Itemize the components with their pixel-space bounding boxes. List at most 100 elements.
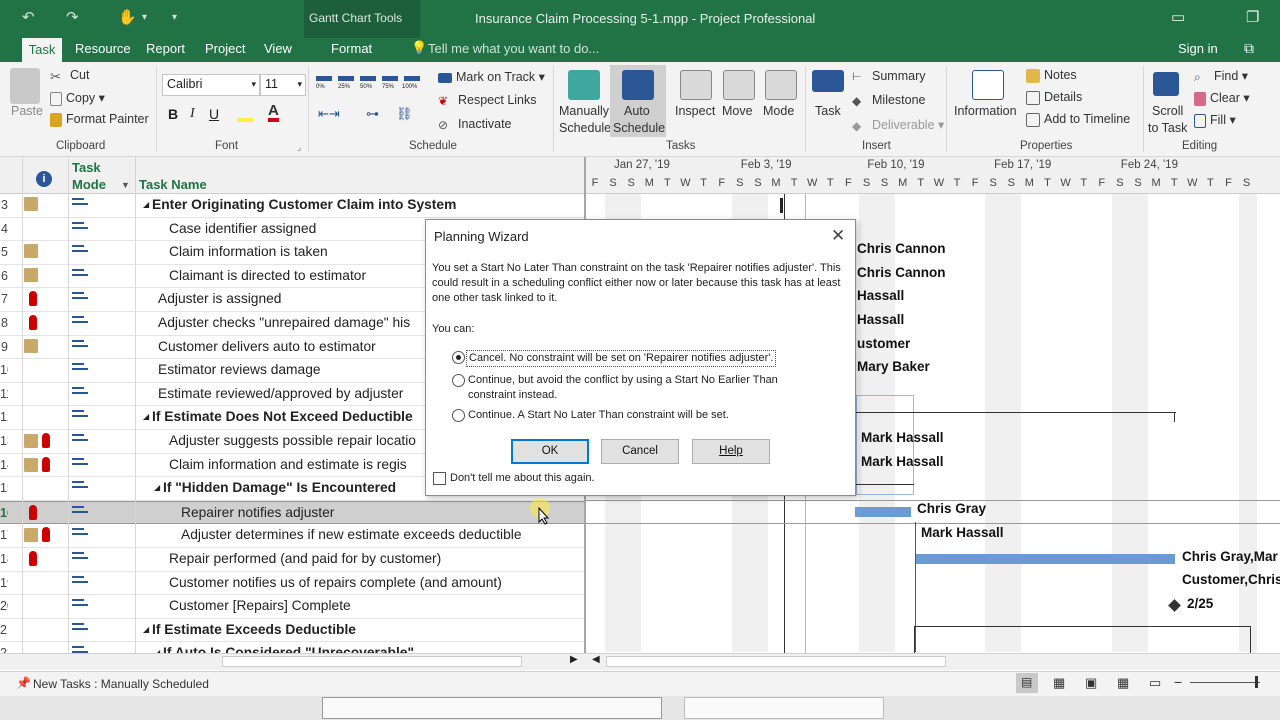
paste-icon[interactable] <box>10 68 40 104</box>
tab-view[interactable]: View <box>264 41 292 56</box>
task-name-cell[interactable]: Case identifier assigned <box>169 221 316 236</box>
auto-scheduled-icon[interactable] <box>72 434 88 445</box>
task-name-cell[interactable]: Claimant is directed to estimator <box>169 268 366 283</box>
note-icon[interactable] <box>24 197 38 211</box>
row-number[interactable]: 6 <box>0 269 8 283</box>
mode-button[interactable]: Mode <box>763 104 794 118</box>
row-number[interactable]: 13 <box>0 434 8 448</box>
mode-icon[interactable] <box>765 70 797 100</box>
collapse-triangle-icon[interactable]: ◢ <box>154 483 160 492</box>
task-name-cell[interactable]: Adjuster determines if new estimate exce… <box>181 527 522 542</box>
row-number[interactable]: 11 <box>0 387 8 401</box>
pct-25-icon[interactable] <box>338 76 354 81</box>
note-icon[interactable] <box>24 434 38 448</box>
table-row[interactable]: 20 Customer [Repairs] Complete <box>0 595 584 619</box>
option-cancel-radio[interactable] <box>452 351 465 364</box>
tell-me-box[interactable]: Tell me what you want to do... <box>428 41 599 56</box>
person-icon[interactable] <box>42 527 50 543</box>
table-scroll-thumb[interactable] <box>222 656 522 667</box>
option-cancel-label[interactable]: Cancel. No constraint will be set on 'Re… <box>466 350 777 367</box>
person-icon[interactable] <box>42 433 50 448</box>
touch-mode-icon[interactable]: ✋ <box>118 8 137 26</box>
task-name-cell[interactable]: Claim information and estimate is regis <box>169 457 407 472</box>
person-icon[interactable] <box>29 291 37 307</box>
dont-tell-label[interactable]: Don't tell me about this again. <box>450 471 595 486</box>
scroll-to-task-icon[interactable] <box>1153 72 1179 96</box>
auto-scheduled-icon[interactable] <box>72 552 88 563</box>
task-name-cell[interactable]: Repairer notifies adjuster <box>181 505 334 520</box>
split-icon[interactable]: ⊶ <box>366 106 379 122</box>
zoom-out-icon[interactable]: − <box>1174 674 1182 690</box>
task-mode-header-1[interactable]: Task <box>72 160 101 175</box>
sign-in-link[interactable]: Sign in <box>1178 41 1218 56</box>
auto-scheduled-icon[interactable] <box>72 386 88 398</box>
copy-button[interactable]: Copy ▾ <box>50 90 105 106</box>
collapse-triangle-icon[interactable]: ◢ <box>143 625 149 634</box>
find-button[interactable]: ⌕ Find ▾ <box>1194 68 1248 84</box>
fill-button[interactable]: Fill ▾ <box>1194 112 1236 128</box>
task-name-cell[interactable]: If Estimate Does Not Exceed Deductible <box>152 409 413 424</box>
dont-tell-checkbox[interactable] <box>433 472 446 485</box>
auto-scheduled-icon[interactable] <box>72 316 88 327</box>
task-bar[interactable] <box>916 554 1175 564</box>
person-icon[interactable] <box>29 551 37 566</box>
row-number[interactable]: 12 <box>0 410 8 424</box>
row-number[interactable]: 18 <box>0 552 8 566</box>
pct-0-icon[interactable] <box>316 76 332 81</box>
restore-window-icon[interactable]: ❐ <box>1246 8 1259 26</box>
row-number[interactable]: 8 <box>0 316 8 330</box>
note-icon[interactable] <box>24 457 38 472</box>
row-number[interactable]: 20 <box>0 599 8 613</box>
manually-schedule-label-2[interactable]: Schedule <box>559 121 611 135</box>
row-number[interactable]: 14 <box>0 458 8 472</box>
pct-100-icon[interactable] <box>404 76 420 81</box>
close-icon[interactable]: ✕ <box>831 226 845 246</box>
auto-scheduled-icon[interactable] <box>72 292 88 304</box>
auto-scheduled-icon[interactable] <box>72 245 88 257</box>
row-number[interactable]: 10 <box>0 363 8 377</box>
task-name-cell[interactable]: If "Hidden Damage" Is Encountered <box>163 480 396 495</box>
row-number[interactable]: 3 <box>0 198 8 212</box>
ribbon-display-icon[interactable]: ▭ <box>1171 8 1185 26</box>
redo-icon[interactable]: ↷ <box>66 8 79 26</box>
cancel-button[interactable]: Cancel <box>601 439 679 464</box>
milestone-diamond[interactable] <box>1168 599 1181 612</box>
details-button[interactable]: Details <box>1026 90 1082 105</box>
outdent-icon[interactable]: ⇤⇥ <box>318 106 340 122</box>
row-number[interactable]: 7 <box>0 292 8 306</box>
auto-scheduled-icon[interactable] <box>72 363 88 375</box>
paste-button[interactable]: Paste <box>11 104 43 118</box>
to-task-label[interactable]: to Task <box>1148 121 1187 135</box>
deliverable-button[interactable]: ◆ Deliverable ▾ <box>852 117 944 133</box>
information-icon[interactable] <box>972 70 1004 100</box>
table-row[interactable]: 16 Repairer notifies adjuster <box>0 500 584 525</box>
pin-icon[interactable] <box>568 70 600 100</box>
note-icon[interactable] <box>24 244 38 259</box>
task-name-cell[interactable]: Customer notifies us of repairs complete… <box>169 575 502 590</box>
move-button[interactable]: Move <box>722 104 753 118</box>
indicators-header-icon[interactable]: i <box>36 171 52 187</box>
person-icon[interactable] <box>42 456 50 472</box>
report-icon[interactable]: ▭ <box>1149 675 1161 691</box>
ok-button[interactable]: OK <box>511 439 589 464</box>
row-number[interactable]: 21 <box>0 623 8 637</box>
row-number[interactable]: 19 <box>0 576 8 590</box>
table-row[interactable]: 18 Repair performed (and paid for by cust… <box>0 548 584 572</box>
table-row[interactable]: 3 ◢ Enter Originating Customer Claim into … <box>0 194 584 218</box>
row-number[interactable]: 16 <box>0 506 8 520</box>
dialog-launcher-icon[interactable]: ⌟ <box>297 142 301 153</box>
table-row[interactable]: 21 ◢If Estimate Exceeds Deductible <box>0 619 584 643</box>
font-size-select[interactable]: 11 ▾ <box>260 74 306 96</box>
underline-button[interactable]: U <box>209 106 219 122</box>
scroll-label[interactable]: Scroll <box>1152 104 1183 118</box>
summary-button[interactable]: ⊢ Summary <box>852 69 925 84</box>
option-continue-label[interactable]: Continue. A Start No Later Than constrai… <box>468 408 729 423</box>
milestone-button[interactable]: ◆ Milestone <box>852 93 926 108</box>
inspect-icon[interactable] <box>680 70 712 100</box>
row-number[interactable]: 17 <box>0 528 8 542</box>
task-name-cell[interactable]: Estimate reviewed/approved by adjuster <box>158 386 403 401</box>
row-number[interactable]: 15 <box>0 481 8 495</box>
mark-on-track-button[interactable]: Mark on Track ▾ <box>438 69 545 84</box>
collapse-triangle-icon[interactable]: ◢ <box>143 412 149 421</box>
cut-button[interactable]: ✂ Cut <box>50 68 89 84</box>
